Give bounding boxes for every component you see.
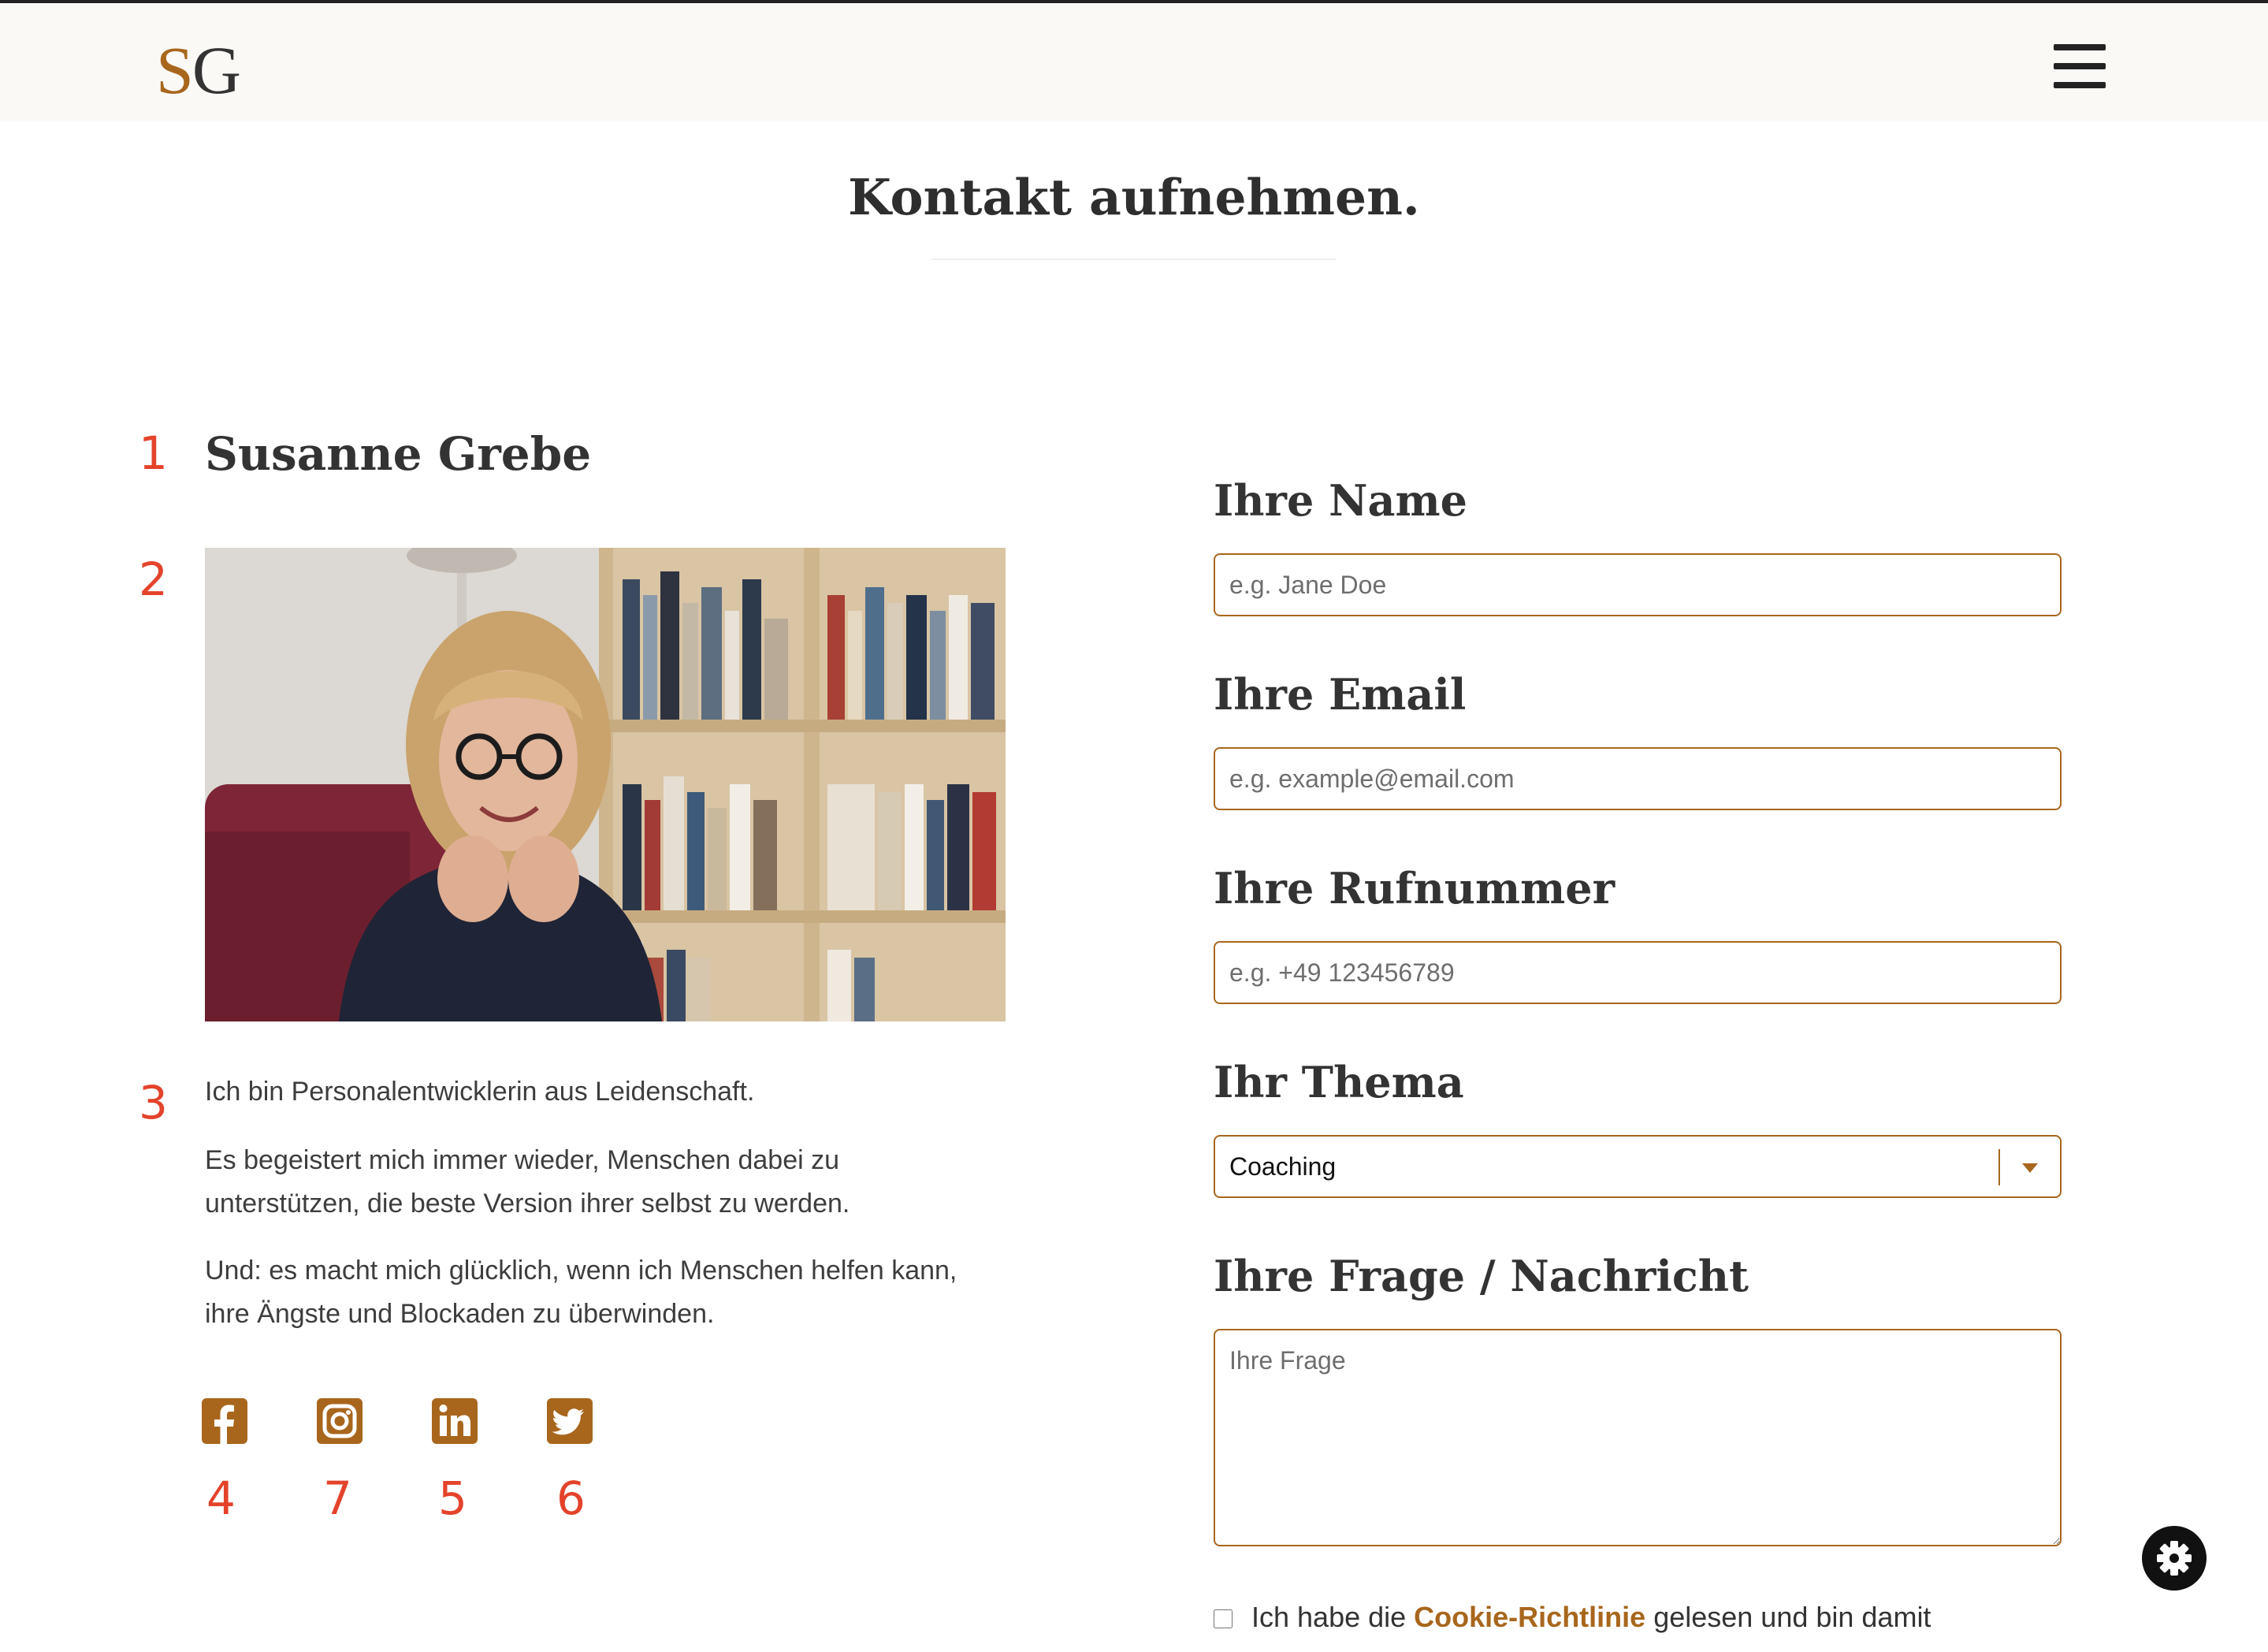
annotation-number-4: 4 xyxy=(206,1472,236,1525)
logo-letter-g: G xyxy=(191,32,241,108)
site-header: SG xyxy=(0,3,2268,121)
annotation-number-2: 2 xyxy=(139,553,168,606)
name-label: Ihre Name xyxy=(1214,475,1467,526)
bio-paragraph-2: Es begeistert mich immer wieder, Mensche… xyxy=(205,1145,850,1219)
facebook-icon[interactable] xyxy=(202,1398,247,1444)
email-label: Ihre Email xyxy=(1214,669,1467,720)
email-input[interactable] xyxy=(1214,747,2062,810)
gear-icon[interactable] xyxy=(2142,1526,2207,1591)
menu-bar-bottom xyxy=(2054,82,2106,88)
portrait-photo xyxy=(205,548,1006,1021)
name-input[interactable] xyxy=(1214,553,2062,616)
message-textarea[interactable] xyxy=(1214,1329,2062,1546)
menu-bar-middle xyxy=(2054,63,2106,69)
annotation-number-6: 6 xyxy=(556,1472,586,1525)
title-divider xyxy=(931,259,1337,260)
phone-input[interactable] xyxy=(1214,941,2062,1004)
topic-select[interactable]: Coaching xyxy=(1214,1135,2062,1198)
consent-text-before: Ich habe die xyxy=(1251,1601,1415,1633)
logo-letter-s: S xyxy=(156,32,194,108)
bio-paragraph-3: Und: es macht mich glücklich, wenn ich M… xyxy=(205,1256,957,1329)
person-name: Susanne Grebe xyxy=(205,427,592,481)
bio-paragraph-1: Ich bin Personalentwicklerin aus Leidens… xyxy=(205,1077,755,1107)
twitter-icon[interactable] xyxy=(547,1398,593,1444)
topic-selected-value: Coaching xyxy=(1229,1152,1337,1181)
phone-label: Ihre Rufnummer xyxy=(1214,863,1615,913)
consent-row: Ich habe die Cookie-Richtlinie gelesen u… xyxy=(1214,1594,1931,1641)
select-separator xyxy=(1998,1149,2000,1185)
site-logo[interactable]: SG xyxy=(156,27,241,113)
cookie-policy-link[interactable]: Cookie-Richtlinie xyxy=(1414,1601,1645,1633)
consent-checkbox[interactable] xyxy=(1214,1609,1233,1629)
menu-bar-top xyxy=(2054,44,2106,50)
hamburger-menu-icon[interactable] xyxy=(2054,41,2106,91)
annotation-number-3: 3 xyxy=(139,1076,168,1129)
annotation-number-1: 1 xyxy=(139,426,168,480)
topic-label: Ihr Thema xyxy=(1214,1057,1464,1107)
annotation-number-7: 7 xyxy=(323,1472,352,1525)
annotation-number-5: 5 xyxy=(438,1472,467,1525)
linkedin-icon[interactable] xyxy=(432,1398,478,1444)
chevron-down-icon[interactable] xyxy=(2022,1163,2038,1173)
consent-text-after: gelesen und bin damit xyxy=(1645,1601,1932,1633)
page-title: Kontakt aufnehmen. xyxy=(848,168,1420,226)
message-label: Ihre Frage / Nachricht xyxy=(1214,1251,1749,1301)
instagram-icon[interactable] xyxy=(317,1398,363,1444)
